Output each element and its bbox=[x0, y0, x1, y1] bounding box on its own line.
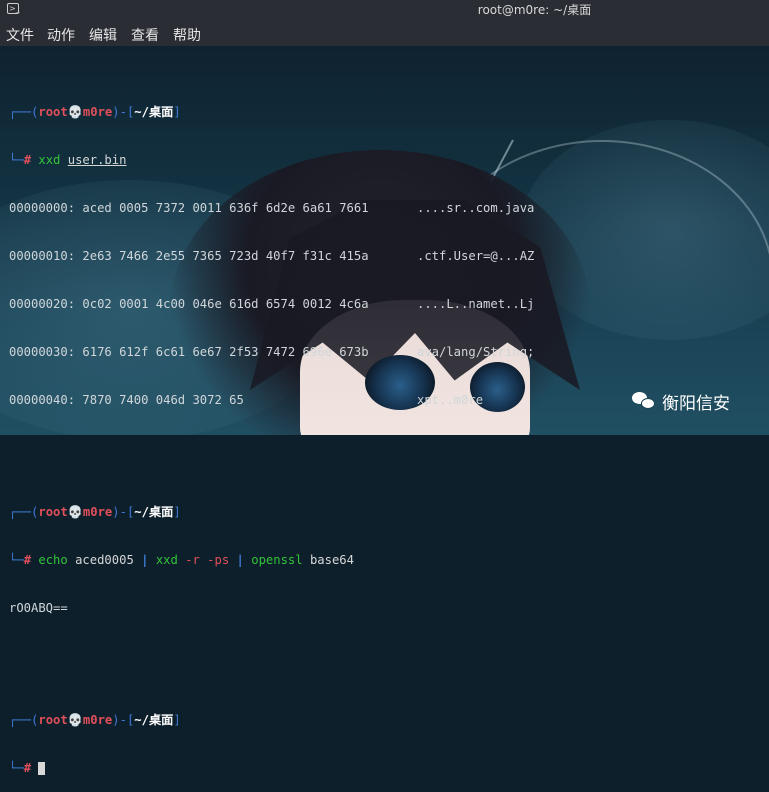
command-line: └─# echo aced0005 | xxd -r -ps | openssl… bbox=[9, 553, 354, 567]
terminal-output[interactable]: ┌──(root💀m0re)-[~/桌面] └─# xxd user.bin 0… bbox=[9, 56, 764, 792]
xxd-row: 00000020: 0c02 0001 4c00 046e 616d 6574 … bbox=[9, 297, 535, 311]
skull-icon: 💀 bbox=[67, 713, 83, 727]
xxd-row: 00000010: 2e63 7466 2e55 7365 723d 40f7 … bbox=[9, 249, 535, 263]
window-title: root@m0re: ~/桌面 bbox=[477, 3, 592, 17]
watermark: 衡阳信安 bbox=[632, 388, 730, 414]
window-titlebar[interactable]: >_ root@m0re: ~/桌面 bbox=[0, 0, 769, 19]
menu-edit[interactable]: 编辑 bbox=[89, 25, 117, 45]
skull-icon: 💀 bbox=[67, 105, 83, 119]
text-cursor bbox=[38, 762, 46, 775]
prompt-line: ┌──(root💀m0re)-[~/桌面] bbox=[9, 713, 181, 727]
menu-help[interactable]: 帮助 bbox=[173, 25, 201, 45]
skull-icon: 💀 bbox=[67, 505, 83, 519]
menu-view[interactable]: 查看 bbox=[131, 25, 159, 45]
xxd-row: 00000030: 6176 612f 6c61 6e67 2f53 7472 … bbox=[9, 345, 535, 359]
prompt-line: ┌──(root💀m0re)-[~/桌面] bbox=[9, 505, 181, 519]
menu-file[interactable]: 文件 bbox=[6, 25, 34, 45]
menu-actions[interactable]: 动作 bbox=[47, 25, 75, 45]
command-line[interactable]: └─# bbox=[9, 760, 764, 776]
command-output: rO0ABQ== bbox=[9, 601, 68, 615]
wechat-icon bbox=[632, 390, 656, 412]
command-line: └─# xxd user.bin bbox=[9, 153, 127, 167]
xxd-row: 00000000: aced 0005 7372 0011 636f 6d2e … bbox=[9, 201, 535, 215]
prompt-line: ┌──(root💀m0re)-[~/桌面] bbox=[9, 105, 181, 119]
menu-bar: 文件 动作 编辑 查看 帮助 bbox=[0, 19, 769, 46]
watermark-text: 衡阳信安 bbox=[662, 393, 730, 414]
